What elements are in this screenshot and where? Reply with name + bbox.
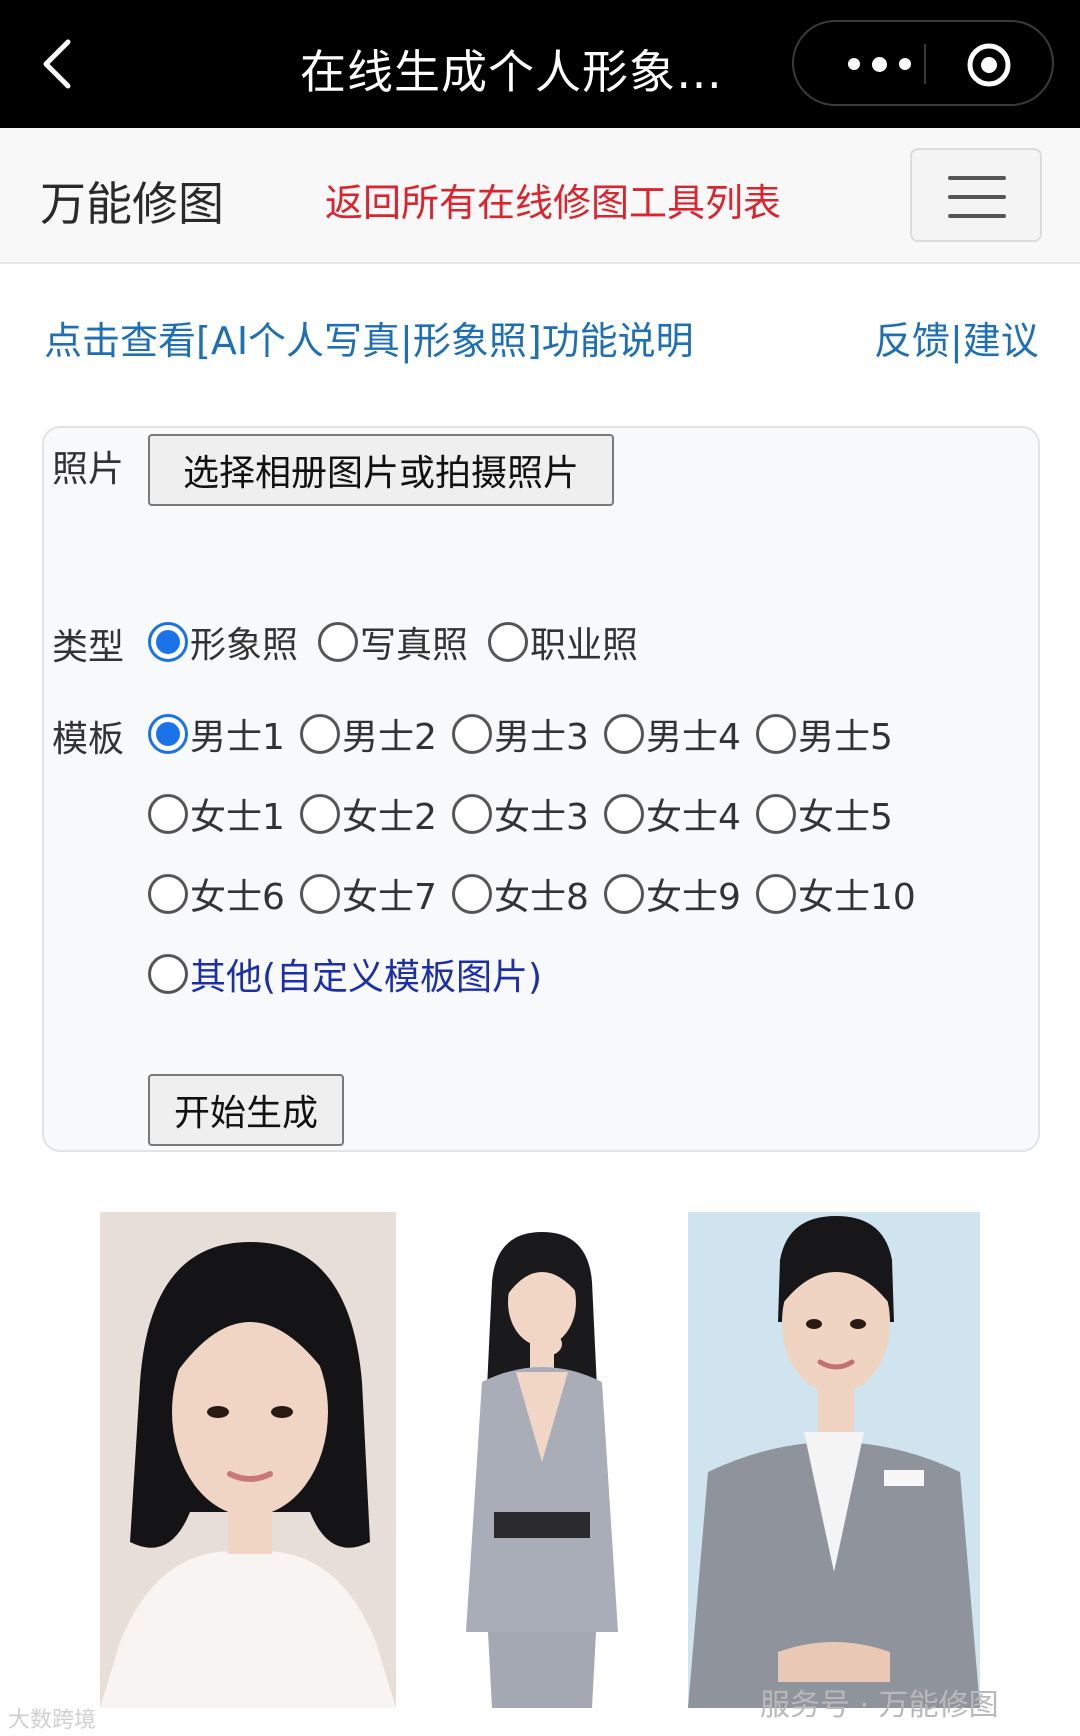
type-option-portrait[interactable]: 形象照	[148, 616, 298, 668]
watermark-left: 大数跨境	[8, 1708, 97, 1733]
portrait-grey-suit-full-image	[396, 1212, 688, 1708]
watermark-right: 服务号 · 万能修图	[760, 1688, 999, 1723]
radio-unchecked[interactable]	[756, 794, 796, 834]
mini-program-capsule	[792, 20, 1054, 106]
page-title: 在线生成个人形象…	[300, 45, 723, 99]
feedback-link[interactable]: 反馈|建议	[874, 310, 1039, 365]
help-link[interactable]: 点击查看[AI个人写真|形象照]功能说明	[44, 310, 694, 365]
radio-unchecked[interactable]	[452, 874, 492, 914]
template-option-female-3[interactable]: 女士3	[452, 788, 589, 840]
template-option-male-2[interactable]: 男士2	[300, 708, 437, 760]
sample-portrait-1	[100, 1212, 396, 1708]
radio-unchecked[interactable]	[604, 874, 644, 914]
type-option-photoshoot[interactable]: 写真照	[318, 616, 468, 668]
template-option-female-4[interactable]: 女士4	[604, 788, 741, 840]
template-option-female-9[interactable]: 女士9	[604, 868, 741, 920]
more-dots-icon[interactable]	[824, 46, 934, 82]
sample-portrait-2	[396, 1212, 688, 1708]
template-option-female-7[interactable]: 女士7	[300, 868, 437, 920]
template-option-male-3[interactable]: 男士3	[452, 708, 589, 760]
capsule-divider	[924, 44, 926, 84]
portrait-white-shirt-image	[100, 1212, 396, 1708]
template-option-custom[interactable]: 其他(自定义模板图片)	[148, 948, 542, 1000]
radio-unchecked[interactable]	[604, 794, 644, 834]
type-option-professional[interactable]: 职业照	[488, 616, 638, 668]
radio-unchecked[interactable]	[318, 622, 358, 662]
sample-portrait-3	[688, 1212, 980, 1708]
top-bar: 在线生成个人形象…	[0, 0, 1080, 128]
radio-checked[interactable]	[148, 622, 188, 662]
radio-unchecked[interactable]	[756, 714, 796, 754]
template-option-female-6[interactable]: 女士6	[148, 868, 285, 920]
template-option-male-5[interactable]: 男士5	[756, 708, 893, 760]
radio-unchecked[interactable]	[300, 794, 340, 834]
portrait-grey-suit-badge-image	[688, 1212, 980, 1708]
radio-unchecked[interactable]	[148, 794, 188, 834]
template-option-female-1[interactable]: 女士1	[148, 788, 285, 840]
type-label: 类型	[52, 627, 125, 668]
tools-list-link[interactable]: 返回所有在线修图工具列表	[325, 172, 781, 227]
hamburger-menu-button[interactable]	[910, 148, 1042, 242]
template-option-male-4[interactable]: 男士4	[604, 708, 741, 760]
template-option-female-5[interactable]: 女士5	[756, 788, 893, 840]
radio-unchecked[interactable]	[148, 954, 188, 994]
back-chevron-icon[interactable]	[30, 34, 90, 94]
target-circle-icon[interactable]	[966, 42, 1012, 88]
brand-title[interactable]: 万能修图	[40, 168, 224, 234]
radio-checked[interactable]	[148, 714, 188, 754]
choose-photo-button[interactable]: 选择相册图片或拍摄照片	[148, 434, 614, 506]
hamburger-icon	[948, 176, 1006, 180]
radio-unchecked[interactable]	[604, 714, 644, 754]
template-option-female-10[interactable]: 女士10	[756, 868, 916, 920]
form-card: 照片 选择相册图片或拍摄照片 类型 形象照 写真照 职业照 模板 男士1 男士2…	[42, 426, 1040, 1152]
radio-unchecked[interactable]	[148, 874, 188, 914]
template-option-female-8[interactable]: 女士8	[452, 868, 589, 920]
radio-unchecked[interactable]	[452, 714, 492, 754]
radio-unchecked[interactable]	[756, 874, 796, 914]
template-option-female-2[interactable]: 女士2	[300, 788, 437, 840]
start-generate-button[interactable]: 开始生成	[148, 1074, 344, 1146]
radio-unchecked[interactable]	[300, 714, 340, 754]
nav-bar: 万能修图 返回所有在线修图工具列表	[0, 128, 1080, 264]
radio-unchecked[interactable]	[488, 622, 528, 662]
photo-label: 照片	[52, 449, 125, 490]
radio-unchecked[interactable]	[300, 874, 340, 914]
radio-unchecked[interactable]	[452, 794, 492, 834]
template-option-male-1[interactable]: 男士1	[148, 708, 285, 760]
template-label: 模板	[52, 719, 125, 760]
